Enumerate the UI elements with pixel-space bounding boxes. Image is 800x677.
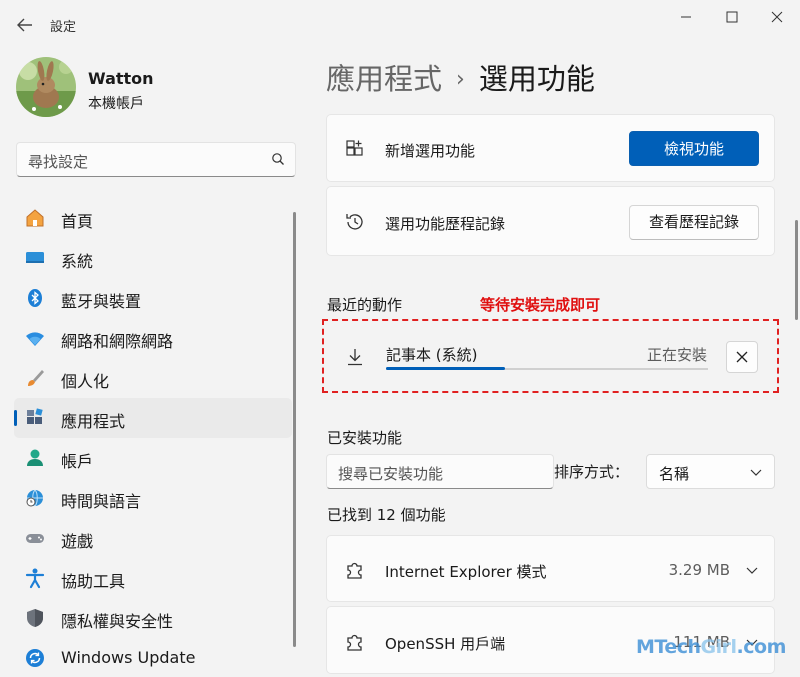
install-status: 正在安裝 xyxy=(646,346,707,364)
puzzle-icon xyxy=(347,562,362,579)
watermark-part: .com xyxy=(736,636,787,658)
rabbit-avatar-icon xyxy=(16,57,76,117)
sidebar-item-label: 個人化 xyxy=(61,372,110,391)
installed-search-placeholder: 搜尋已安裝功能 xyxy=(338,465,444,483)
globe-clock-icon xyxy=(26,489,43,507)
user-name: Watton xyxy=(88,69,154,88)
sidebar-item-network[interactable]: 網路和網際網路 xyxy=(14,318,292,358)
installing-item: 記事本 (系統) 正在安裝 xyxy=(324,321,777,391)
avatar xyxy=(16,57,76,117)
add-apps-icon xyxy=(346,140,363,156)
chevron-down-icon[interactable] xyxy=(746,565,758,575)
back-arrow-icon[interactable] xyxy=(14,14,36,36)
feature-name: OpenSSH 用戶端 xyxy=(385,635,506,653)
install-progress-fill xyxy=(386,367,506,370)
feature-size: 3.29 MB xyxy=(668,561,730,579)
breadcrumb-separator: › xyxy=(456,67,465,92)
feature-count: 已找到 12 個功能 xyxy=(327,506,446,524)
brush-icon xyxy=(28,370,44,386)
puzzle-icon xyxy=(347,634,362,651)
view-history-button[interactable]: 查看歷程記錄 xyxy=(629,205,759,240)
installed-search-input[interactable]: 搜尋已安裝功能 xyxy=(326,454,554,489)
window-title: 設定 xyxy=(50,20,77,35)
gamepad-icon xyxy=(26,534,44,543)
history-label: 選用功能歷程記錄 xyxy=(385,215,506,233)
breadcrumb-parent[interactable]: 應用程式 xyxy=(326,62,442,96)
page-title: 選用功能 xyxy=(478,62,595,96)
sort-dropdown[interactable]: 名稱 xyxy=(646,454,775,489)
sidebar-item-label: 網路和網際網路 xyxy=(61,332,174,351)
watermark-part: Girl xyxy=(700,636,738,658)
download-icon xyxy=(348,349,362,366)
history-card: 選用功能歷程記錄 查看歷程記錄 xyxy=(326,186,775,256)
accessibility-icon xyxy=(25,568,45,589)
annotation-text: 等待安裝完成即可 xyxy=(480,296,601,314)
sidebar-item-label: 遊戲 xyxy=(61,532,94,551)
sidebar-scrollbar[interactable] xyxy=(293,212,296,647)
add-feature-label: 新增選用功能 xyxy=(385,142,476,160)
shield-icon xyxy=(27,609,43,627)
search-placeholder: 尋找設定 xyxy=(28,153,89,171)
view-features-button[interactable]: 檢視功能 xyxy=(629,131,759,166)
breadcrumb: 應用程式 › 選用功能 xyxy=(326,56,595,98)
minimize-icon[interactable] xyxy=(676,8,696,26)
sidebar-item-label: 系統 xyxy=(61,252,94,271)
installed-features-title: 已安裝功能 xyxy=(327,429,403,447)
sidebar-item-home[interactable]: 首頁 xyxy=(14,198,292,238)
account-type: 本機帳戶 xyxy=(88,96,144,112)
close-window-icon[interactable] xyxy=(767,8,787,26)
sidebar-item-windows-update[interactable]: Windows Update xyxy=(14,638,292,677)
history-icon xyxy=(346,214,363,230)
sidebar-item-label: 首頁 xyxy=(61,212,94,231)
sidebar-item-label: Windows Update xyxy=(61,648,196,667)
system-icon xyxy=(26,252,44,263)
sidebar-item-time-language[interactable]: 時間與語言 xyxy=(14,478,292,518)
chevron-down-icon xyxy=(750,469,762,476)
install-progress-bar xyxy=(386,367,708,370)
sidebar-item-gaming[interactable]: 遊戲 xyxy=(14,518,292,558)
account-icon xyxy=(27,449,43,466)
sidebar-item-bluetooth[interactable]: 藍牙與裝置 xyxy=(14,278,292,318)
sidebar-item-label: 帳戶 xyxy=(61,452,94,471)
feature-row[interactable]: Internet Explorer 模式 3.29 MB xyxy=(326,535,775,602)
annotation-highlight-box: 記事本 (系統) 正在安裝 xyxy=(322,319,779,393)
sort-value: 名稱 xyxy=(659,465,690,483)
installing-item-name: 記事本 (系統) xyxy=(386,346,478,364)
active-indicator xyxy=(14,410,17,426)
sidebar-item-label: 藍牙與裝置 xyxy=(61,292,142,311)
cancel-install-button[interactable] xyxy=(726,341,758,373)
sidebar-item-label: 應用程式 xyxy=(61,412,126,431)
maximize-icon[interactable] xyxy=(722,8,742,26)
settings-search-input[interactable]: 尋找設定 xyxy=(16,142,296,177)
bluetooth-icon xyxy=(28,289,42,307)
sidebar-item-privacy[interactable]: 隱私權與安全性 xyxy=(14,598,292,638)
sidebar-item-label: 隱私權與安全性 xyxy=(61,612,174,631)
main-scrollbar[interactable] xyxy=(795,220,798,320)
sidebar-item-accessibility[interactable]: 協助工具 xyxy=(14,558,292,598)
apps-icon xyxy=(27,408,43,424)
search-icon xyxy=(272,153,284,165)
title-bar: 設定 xyxy=(0,0,800,50)
sidebar-item-personalization[interactable]: 個人化 xyxy=(14,358,292,398)
home-icon xyxy=(26,209,44,227)
update-icon xyxy=(26,649,44,667)
close-icon xyxy=(736,351,748,363)
sidebar-item-label: 協助工具 xyxy=(61,572,126,591)
sidebar-nav: 首頁 系統 藍牙與裝置 網路和網際網路 個人化 應用程式 帳戶 時間與語言 遊戲… xyxy=(14,198,292,677)
watermark-part: MTech xyxy=(636,636,701,658)
sidebar-item-accounts[interactable]: 帳戶 xyxy=(14,438,292,478)
sidebar-item-apps[interactable]: 應用程式 xyxy=(14,398,292,438)
sort-label: 排序方式： xyxy=(554,463,630,481)
recent-actions-title: 最近的動作 xyxy=(327,296,403,314)
sidebar-item-label: 時間與語言 xyxy=(61,492,142,511)
wifi-icon xyxy=(26,332,44,346)
sidebar-item-system[interactable]: 系統 xyxy=(14,238,292,278)
feature-name: Internet Explorer 模式 xyxy=(385,563,547,581)
add-feature-card: 新增選用功能 檢視功能 xyxy=(326,114,775,182)
site-watermark: MTechGirl.com xyxy=(636,636,786,658)
